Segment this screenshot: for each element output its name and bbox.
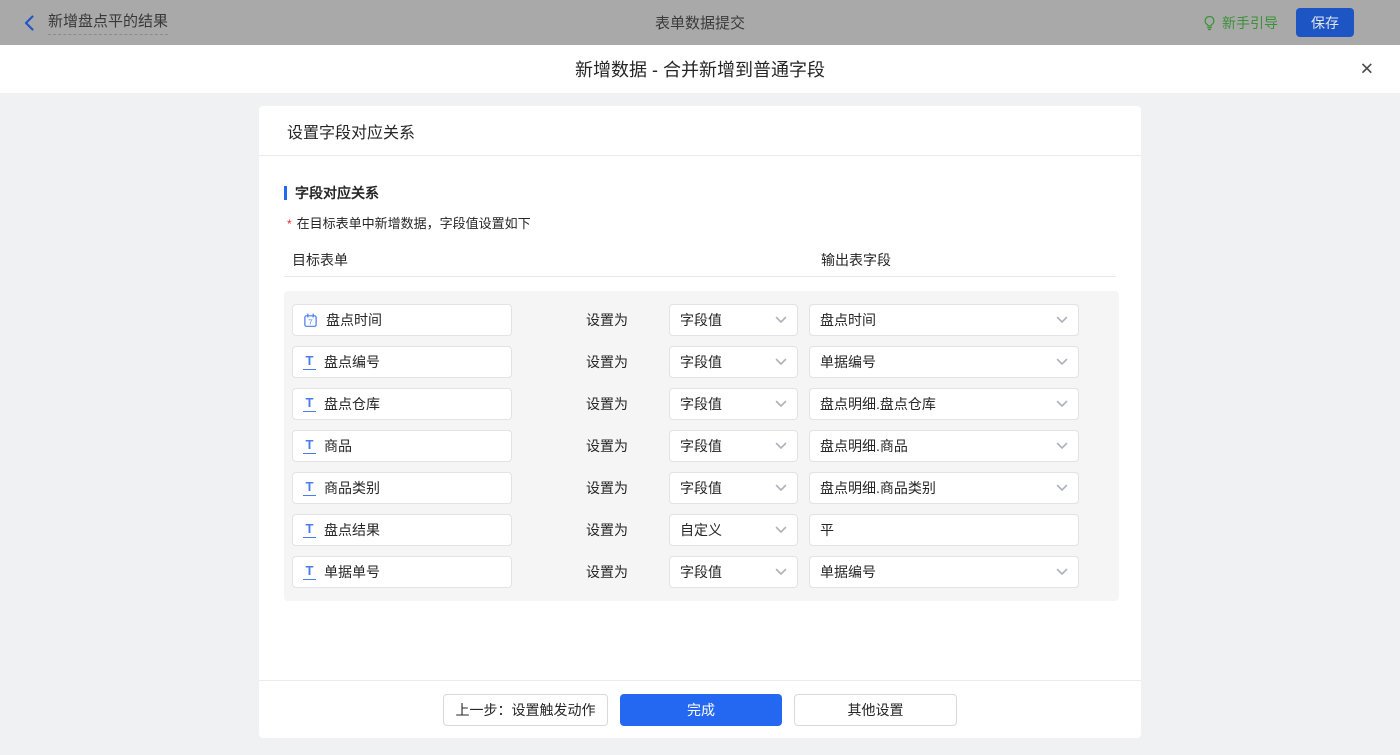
output-field-select[interactable]: 单据编号: [809, 346, 1079, 378]
text-field-icon: T: [303, 480, 316, 496]
value-type-select[interactable]: 自定义: [669, 514, 798, 546]
beginner-guide-link[interactable]: 新手引导: [1202, 13, 1278, 33]
close-icon[interactable]: ✕: [1360, 61, 1374, 78]
custom-value-input[interactable]: 平: [809, 514, 1079, 546]
output-field-select[interactable]: 盘点明细.盘点仓库: [809, 388, 1079, 420]
mapping-row: T 单据单号 设置为 字段值 单据编号: [292, 556, 1111, 588]
other-settings-button[interactable]: 其他设置: [794, 694, 957, 726]
value-type-select[interactable]: 字段值: [669, 304, 798, 336]
card-header: 设置字段对应关系: [259, 106, 1141, 156]
chevron-down-icon: [1056, 568, 1068, 576]
text-field-icon: T: [303, 396, 316, 412]
settings-card: 设置字段对应关系 字段对应关系 *在目标表单中新增数据，字段值设置如下 目标表单…: [259, 106, 1141, 738]
target-field-box[interactable]: 7 盘点时间: [292, 304, 512, 336]
mapping-row: T 盘点结果 设置为 自定义 平: [292, 514, 1111, 546]
lightbulb-icon: [1202, 15, 1217, 31]
chevron-down-icon: [775, 316, 787, 324]
target-field-box[interactable]: T 盘点结果: [292, 514, 512, 546]
flow-name[interactable]: 新增盘点平的结果: [48, 10, 168, 35]
value-type-select[interactable]: 字段值: [669, 472, 798, 504]
chevron-down-icon: [1056, 400, 1068, 408]
svg-text:7: 7: [308, 317, 312, 326]
beginner-guide-label: 新手引导: [1222, 13, 1278, 33]
set-as-label: 设置为: [586, 478, 628, 498]
chevron-down-icon: [775, 358, 787, 366]
mapping-row: T 盘点仓库 设置为 字段值 盘点明细.盘点仓库: [292, 388, 1111, 420]
column-headers: 目标表单 输出表字段: [284, 250, 1116, 268]
chevron-down-icon: [775, 526, 787, 534]
value-type-select[interactable]: 字段值: [669, 430, 798, 462]
text-field-icon: T: [303, 522, 316, 538]
output-field-select[interactable]: 盘点明细.商品: [809, 430, 1079, 462]
set-as-label: 设置为: [586, 436, 628, 456]
chevron-down-icon: [1056, 442, 1068, 450]
value-type-select[interactable]: 字段值: [669, 556, 798, 588]
mapping-row: T 商品类别 设置为 字段值 盘点明细.商品类别: [292, 472, 1111, 504]
set-as-label: 设置为: [586, 520, 628, 540]
text-field-icon: T: [303, 354, 316, 370]
output-field-select[interactable]: 盘点时间: [809, 304, 1079, 336]
text-field-icon: T: [303, 438, 316, 454]
card-footer: 上一步：设置触发动作 完成 其他设置: [259, 680, 1141, 738]
set-as-label: 设置为: [586, 562, 628, 582]
topbar: 新增盘点平的结果 表单数据提交 新手引导 保存: [0, 0, 1400, 45]
value-type-select[interactable]: 字段值: [669, 388, 798, 420]
mapping-row: 7 盘点时间 设置为 字段值 盘点时间: [292, 304, 1111, 336]
chevron-down-icon: [775, 484, 787, 492]
set-as-label: 设置为: [586, 310, 628, 330]
save-button[interactable]: 保存: [1296, 8, 1354, 37]
target-field-box[interactable]: T 商品类别: [292, 472, 512, 504]
set-as-label: 设置为: [586, 352, 628, 372]
target-field-box[interactable]: T 盘点编号: [292, 346, 512, 378]
chevron-down-icon: [775, 568, 787, 576]
target-form-column-header: 目标表单: [292, 250, 348, 270]
dialog-header: 新增数据 - 合并新增到普通字段 ✕: [0, 45, 1400, 94]
field-mapping-panel: 7 盘点时间 设置为 字段值 盘点时间 T 盘点编号 设置为 字段值: [284, 291, 1119, 601]
chevron-left-icon: [24, 15, 34, 31]
required-asterisk: *: [287, 217, 292, 231]
calendar-icon: 7: [303, 313, 318, 328]
chevron-down-icon: [775, 400, 787, 408]
done-button[interactable]: 完成: [620, 694, 782, 726]
output-field-column-header: 输出表字段: [821, 250, 891, 270]
chevron-down-icon: [1056, 484, 1068, 492]
back-button[interactable]: [24, 15, 34, 31]
topbar-title: 表单数据提交: [0, 12, 1400, 33]
chevron-down-icon: [1056, 358, 1068, 366]
dialog-title: 新增数据 - 合并新增到普通字段: [575, 56, 825, 82]
text-field-icon: T: [303, 564, 316, 580]
previous-step-button[interactable]: 上一步：设置触发动作: [443, 694, 608, 726]
mapping-row: T 盘点编号 设置为 字段值 单据编号: [292, 346, 1111, 378]
chevron-down-icon: [775, 442, 787, 450]
dialog-body: 设置字段对应关系 字段对应关系 *在目标表单中新增数据，字段值设置如下 目标表单…: [0, 94, 1400, 755]
value-type-select[interactable]: 字段值: [669, 346, 798, 378]
target-field-box[interactable]: T 盘点仓库: [292, 388, 512, 420]
set-as-label: 设置为: [586, 394, 628, 414]
mapping-row: T 商品 设置为 字段值 盘点明细.商品: [292, 430, 1111, 462]
target-field-box[interactable]: T 商品: [292, 430, 512, 462]
chevron-down-icon: [1056, 316, 1068, 324]
section-accent-bar: [284, 186, 287, 200]
target-field-box[interactable]: T 单据单号: [292, 556, 512, 588]
section-note: *在目标表单中新增数据，字段值设置如下: [284, 213, 1116, 232]
section-title: 字段对应关系: [284, 183, 1116, 203]
header-divider: [284, 276, 1116, 277]
output-field-select[interactable]: 盘点明细.商品类别: [809, 472, 1079, 504]
output-field-select[interactable]: 单据编号: [809, 556, 1079, 588]
